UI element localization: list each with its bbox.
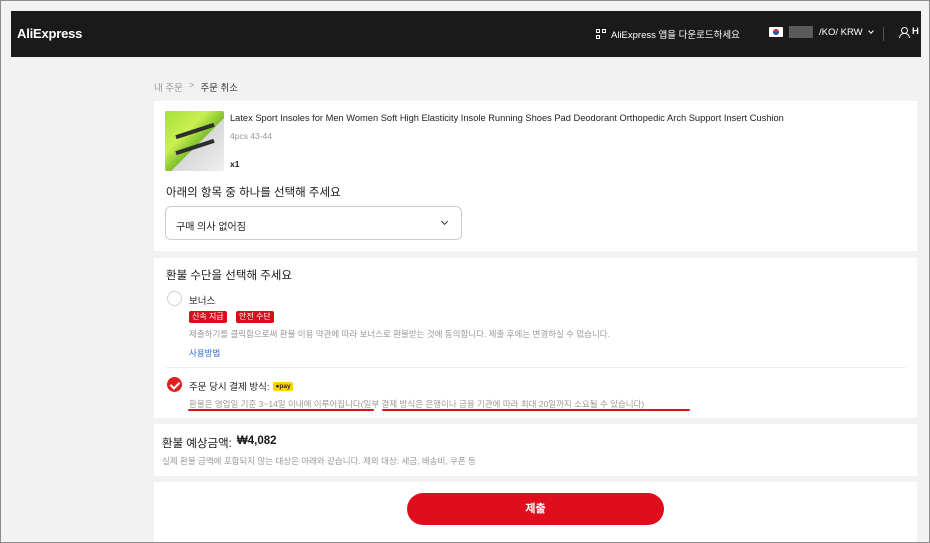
breadcrumb-my-orders[interactable]: 내 주문 bbox=[154, 80, 183, 94]
how-to-use-link[interactable]: 사용방법 bbox=[189, 347, 220, 359]
refund-estimate-amount: ₩4,082 bbox=[236, 435, 277, 447]
cancel-reason-value: 구매 의사 없어짐 bbox=[176, 222, 246, 233]
app-download-link[interactable]: AliExpress 앱을 다운로드하세요 bbox=[596, 27, 740, 41]
submit-card: 제출 bbox=[154, 482, 917, 542]
user-label: H bbox=[912, 26, 919, 37]
original-payment-label: 주문 당시 결제 방식: bbox=[189, 382, 270, 393]
breadcrumb-separator: > bbox=[188, 80, 195, 91]
annotation-underline bbox=[188, 409, 374, 411]
locale-currency-selector[interactable]: /KO/ KRW bbox=[769, 26, 874, 38]
refund-estimate-row: 환불 예상금액: ₩4,082 bbox=[162, 435, 277, 451]
account-menu[interactable]: H bbox=[899, 26, 919, 38]
breadcrumb: 내 주문 > 주문 취소 bbox=[154, 80, 238, 94]
pay-logo-icon: ●pay bbox=[273, 381, 293, 391]
product-title: Latex Sport Insoles for Men Women Soft H… bbox=[230, 113, 784, 123]
refund-exclusion-note: 실제 환불 금액에 포함되지 않는 대상은 아래와 같습니다. 제외 대상: 세… bbox=[162, 456, 476, 466]
chevron-down-icon bbox=[867, 27, 874, 34]
header-divider bbox=[883, 27, 884, 41]
locale-label: /KO/ KRW bbox=[819, 26, 863, 38]
annotation-underline bbox=[382, 409, 690, 411]
reason-label: 아래의 항목 중 하나를 선택해 주세요 bbox=[166, 187, 341, 199]
aliexpress-logo[interactable]: AliExpress bbox=[17, 26, 82, 41]
user-icon bbox=[899, 26, 910, 38]
product-image[interactable] bbox=[165, 111, 224, 171]
browser-frame: AliExpress AliExpress 앱을 다운로드하세요 /KO/ KR… bbox=[0, 0, 930, 543]
bonus-radio[interactable] bbox=[167, 291, 182, 306]
top-navigation-bar: AliExpress AliExpress 앱을 다운로드하세요 /KO/ KR… bbox=[11, 11, 921, 57]
original-payment-option-title[interactable]: 주문 당시 결제 방식: ●pay bbox=[189, 379, 293, 393]
product-spec: 4pcs 43-44 bbox=[230, 131, 273, 141]
option-divider bbox=[166, 367, 906, 368]
qr-code-icon bbox=[596, 29, 606, 39]
refund-estimate-label: 환불 예상금액: bbox=[162, 438, 232, 450]
submit-button[interactable]: 제출 bbox=[407, 493, 664, 525]
bonus-option-title[interactable]: 보너스 bbox=[189, 293, 215, 307]
safe-method-tag: 안전 수단 bbox=[236, 311, 274, 323]
chevron-down-icon bbox=[440, 217, 449, 226]
refund-method-label: 환불 수단을 선택해 주세요 bbox=[166, 270, 292, 282]
fast-payout-tag: 신속 지급 bbox=[189, 311, 227, 323]
breadcrumb-current: 주문 취소 bbox=[200, 83, 239, 94]
refund-summary-card: 환불 예상금액: ₩4,082 실제 환불 금액에 포함되지 않는 대상은 아래… bbox=[154, 424, 917, 476]
refund-method-card: 환불 수단을 선택해 주세요 보너스 신속 지급 안전 수단 제출하기를 클릭함… bbox=[154, 258, 917, 418]
original-payment-radio[interactable] bbox=[167, 377, 182, 392]
product-quantity: x1 bbox=[230, 159, 240, 169]
korea-flag-icon bbox=[769, 27, 783, 37]
app-download-label: AliExpress 앱을 다운로드하세요 bbox=[611, 30, 740, 41]
masked-country-text bbox=[789, 26, 813, 38]
bonus-option-description: 제출하기를 클릭함으로써 환불 이용 약관에 따라 보너스로 환불받는 것에 동… bbox=[189, 329, 610, 339]
order-item-card: Latex Sport Insoles for Men Women Soft H… bbox=[154, 101, 917, 251]
cancel-reason-select[interactable]: 구매 의사 없어짐 bbox=[165, 206, 462, 240]
